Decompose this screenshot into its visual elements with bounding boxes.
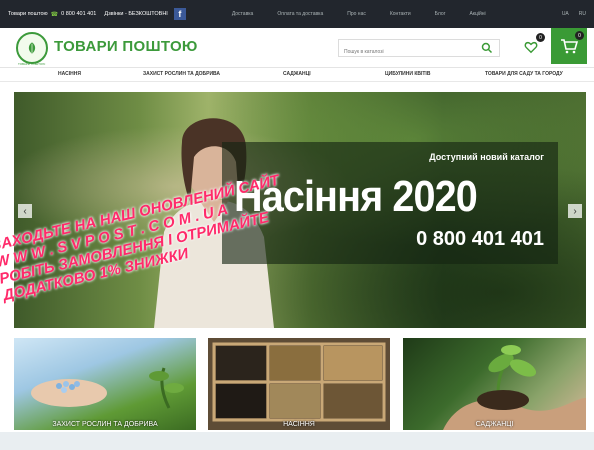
top-menu-item[interactable]: Оплата та доставка [277,11,323,17]
nav-item-seedlings[interactable]: САДЖАНЦІ [283,71,311,77]
top-menu-item[interactable]: Контакти [390,11,411,17]
fertilizer-hand-image [31,367,184,409]
nav-item-bulbs[interactable]: ЦИБУЛИНИ КВІТІВ [385,71,430,77]
free-calls: Дзвінки - БЕЗКОШТОВНІ f [104,8,186,20]
logo-subtitle: ТОВАРИ ПОШТОЮ [18,62,46,66]
top-menu-item[interactable]: Про нас [347,11,366,17]
search-box [338,39,500,60]
page: Товари поштою ☎ 0 800 401 401 Дзвінки - … [0,0,594,450]
category-nav: НАСІННЯ ЗАХИСТ РОСЛИН ТА ДОБРИВА САДЖАНЦ… [0,68,594,82]
tile-label: ЗАХИСТ РОСЛИН ТА ДОБРИВА [52,421,158,428]
logo-icon[interactable] [16,32,48,64]
nav-item-plant-protection[interactable]: ЗАХИСТ РОСЛИН ТА ДОБРИВА [143,71,220,77]
header: ТОВАРИ ПОШТОЮ ТОВАРИ ПОШТОЮ 0 [0,28,594,68]
wishlist-count-badge: 0 [536,33,545,42]
tile-label: НАСІННЯ [283,421,315,428]
free-calls-text: Дзвінки - БЕЗКОШТОВНІ [104,11,168,17]
topbar-phone: Товари поштою ☎ 0 800 401 401 [8,11,96,18]
seeds-box-image [208,338,390,430]
logo-text[interactable]: ТОВАРИ ПОШТОЮ [54,38,198,55]
top-menu-item[interactable]: Акційні [469,11,485,17]
hero-phone: 0 800 401 401 [416,228,544,250]
tile-seedlings[interactable]: САДЖАНЦІ [403,338,586,430]
facebook-icon[interactable]: f [173,8,186,20]
search-input[interactable] [339,44,474,60]
phone-number[interactable]: 0 800 401 401 [61,11,96,17]
tile-label: САДЖАНЦІ [475,421,514,428]
cart-count-badge: 0 [575,31,584,40]
top-bar: Товари поштою ☎ 0 800 401 401 Дзвінки - … [0,0,594,28]
seedling-hands-image [443,345,586,430]
top-menu-item[interactable]: Доставка [232,11,253,17]
phone-icon: ☎ [50,11,59,18]
nav-item-seeds[interactable]: НАСІННЯ [58,71,81,77]
wishlist-heart-icon[interactable] [524,40,538,54]
bottom-strip [0,432,594,450]
slider-prev-arrow-icon[interactable]: ‹ [18,204,32,218]
top-menu: Доставка Оплата та доставка Про нас Конт… [232,11,510,17]
hero-subtitle: Доступний новий каталог [429,152,544,162]
phone-label: Товари поштою [8,11,48,17]
language-switcher: UA RU [562,11,586,17]
top-menu-item[interactable]: Блог [435,11,446,17]
nav-item-garden-goods[interactable]: ТОВАРИ ДЛЯ САДУ ТА ГОРОДУ [485,71,563,77]
tile-seeds[interactable]: НАСІННЯ [208,338,390,430]
tile-plant-protection[interactable]: ЗАХИСТ РОСЛИН ТА ДОБРИВА [14,338,196,430]
search-icon[interactable] [481,42,493,54]
lang-ua[interactable]: UA [562,11,569,17]
lang-ru[interactable]: RU [579,11,586,17]
cart-icon [561,39,578,54]
slider-next-arrow-icon[interactable]: › [568,204,582,218]
